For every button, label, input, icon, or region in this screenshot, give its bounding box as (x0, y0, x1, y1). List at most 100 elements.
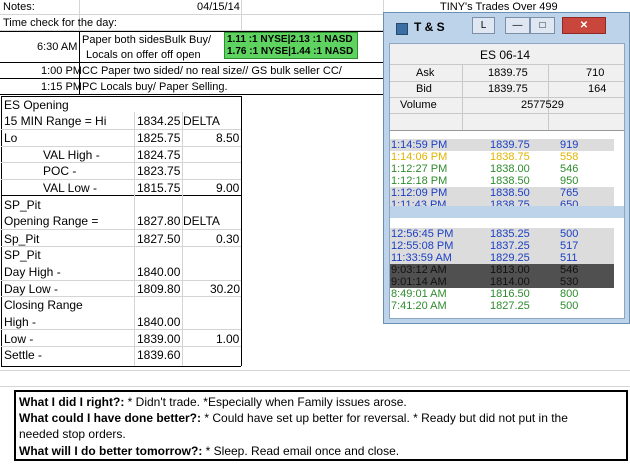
border (241, 96, 242, 366)
trade-price: 1814.00 (490, 276, 530, 288)
trade-size: 558 (560, 151, 579, 163)
border (0, 94, 383, 95)
note-cell: CC Paper two sided/ no real size// GS bu… (82, 65, 342, 77)
trade-size: 546 (560, 163, 579, 175)
trade-row[interactable]: 7:41:20 AM 1827.25 500 (390, 300, 614, 312)
volume-value: 2577529 (521, 99, 564, 111)
trade-size: 500 (560, 300, 579, 312)
review-answer: * Didn't trade. *Especially when Family … (124, 395, 407, 409)
window-titlebar[interactable]: T & S L — □ ✕ (384, 13, 629, 43)
trade-price: 1829.25 (490, 252, 530, 264)
closing-range-label: Closing Range (4, 298, 83, 312)
trade-row[interactable]: 1:12:09 PM 1838.50 765 (390, 187, 614, 199)
trade-size: 500 (560, 228, 579, 240)
sp-pit-delta: 0.30 (216, 232, 240, 246)
link-button[interactable]: L (472, 17, 495, 34)
note-cell: Locals on offer off open (86, 49, 201, 61)
bid-size: 164 (588, 83, 607, 95)
time-cell: 1:15 PM (41, 81, 82, 93)
ask-price: 1839.75 (488, 67, 528, 79)
val-low-value: 1815.75 (137, 181, 181, 195)
review-question: What will I do better tomorrow?: (19, 444, 203, 458)
trade-price: 1837.25 (490, 240, 530, 252)
trade-time: 11:33:59 AM (391, 252, 452, 264)
border (1, 195, 241, 196)
app-icon (396, 23, 408, 35)
range-lo: 1825.75 (137, 131, 181, 145)
grid-line (1, 229, 241, 230)
trade-time: 12:55:08 PM (391, 240, 454, 252)
minimize-icon[interactable]: — (505, 17, 530, 34)
trade-price: 1839.75 (490, 139, 530, 151)
grid-line (1, 146, 241, 147)
trade-time: 1:14:06 PM (391, 151, 448, 163)
trade-time: 8:49:01 AM (391, 288, 447, 300)
low-label: Low - (4, 332, 34, 346)
divider (390, 97, 624, 98)
spreadsheet: Notes: 04/15/14 TINY's Trades Over 499 T… (0, 0, 630, 471)
review-line: What will I do better tomorrow?: * Sleep… (19, 444, 399, 458)
trade-time: 7:41:20 AM (391, 300, 447, 312)
day-low-label: Day Low - (4, 282, 59, 296)
low-value: 1839.00 (137, 332, 181, 346)
settle-value: 1839.60 (137, 348, 181, 362)
trade-row[interactable]: 9:01:14 AM 1814.00 530 (390, 276, 614, 288)
trade-time: 1:12:18 PM (391, 175, 448, 187)
grid-line (0, 386, 630, 387)
quote-panel: ES 06-14 Ask 1839.75 710 Bid 1839.75 164… (390, 44, 624, 131)
trade-price: 1835.25 (490, 228, 530, 240)
bid-label: Bid (416, 83, 432, 95)
grid-line (241, 0, 242, 30)
range-hi: 1834.25 (137, 114, 181, 128)
day-high-label: Day High - (4, 265, 61, 279)
review-line: What I did I right?: * Didn't trade. *Es… (19, 395, 407, 409)
range-label: 15 MIN Range = Hi (4, 114, 107, 128)
high-label: High - (4, 315, 37, 329)
sp-pit-title-2: SP_Pit (4, 248, 41, 262)
note-cell: Paper both sidesBulk Buy/ (82, 34, 212, 46)
sp-pit-title: SP_Pit (4, 198, 41, 212)
breadth-line: 1.11 :1 NYSE|2.13 :1 NASD (227, 34, 353, 45)
ask-label: Ask (416, 67, 435, 79)
trade-time: 1:14:59 PM (391, 139, 448, 151)
grid-line (1, 296, 241, 297)
trade-row[interactable]: 11:33:59 AM 1829.25 511 (390, 252, 614, 264)
trade-price: 1838.00 (490, 163, 530, 175)
review-line: needed stop orders. (19, 427, 126, 441)
review-question: What could I have done better?: (19, 411, 202, 425)
border (0, 78, 383, 79)
review-answer: * Sleep. Read email once and close. (202, 444, 400, 458)
review-answer: needed stop orders. (19, 427, 126, 441)
ask-size: 710 (586, 67, 605, 79)
breadth-ratio-box: 1.11 :1 NYSE|2.13 :1 NASD 1.76 :1 NYSE|1… (224, 32, 358, 59)
delta-label: DELTA (183, 114, 220, 128)
trade-time: 9:03:12 AM (391, 264, 447, 276)
divider (462, 64, 463, 130)
trade-row[interactable]: 12:56:45 PM 1835.25 500 (390, 228, 614, 240)
notes-label: Notes: (3, 1, 35, 13)
border (0, 62, 383, 63)
breadth-line: 1.76 :1 NYSE|1.44 :1 NASD (227, 46, 354, 57)
scroll-divider (390, 206, 624, 218)
trade-size: 530 (560, 276, 579, 288)
trade-time: 1:12:27 PM (391, 163, 448, 175)
high-value: 1840.00 (137, 315, 181, 329)
trade-row[interactable]: 9:03:12 AM 1813.00 546 (390, 264, 614, 276)
trade-price: 1838.75 (490, 151, 530, 163)
border (1, 96, 241, 97)
trade-row[interactable]: 1:14:06 PM 1838.75 558 (390, 151, 614, 163)
trade-row[interactable]: 1:12:27 PM 1838.00 546 (390, 163, 614, 175)
trade-row[interactable]: 8:49:01 AM 1816.50 800 (390, 288, 614, 300)
trade-row[interactable]: 1:14:59 PM 1839.75 919 (390, 139, 614, 151)
grid-line (1, 280, 241, 281)
divider (548, 64, 549, 130)
maximize-icon[interactable]: □ (530, 17, 555, 34)
note-cell: PC Locals buy/ Paper Selling. (82, 81, 228, 93)
trade-row[interactable]: 12:55:08 PM 1837.25 517 (390, 240, 614, 252)
trade-row[interactable]: 1:12:18 PM 1838.50 950 (390, 175, 614, 187)
day-low-value: 1809.80 (137, 282, 181, 296)
trade-price: 1838.50 (490, 187, 530, 199)
close-icon[interactable]: ✕ (562, 17, 606, 34)
time-and-sales-window[interactable]: T & S L — □ ✕ ES 06-14 Ask 1839.75 710 B… (383, 12, 630, 324)
grid-line (1, 179, 241, 180)
